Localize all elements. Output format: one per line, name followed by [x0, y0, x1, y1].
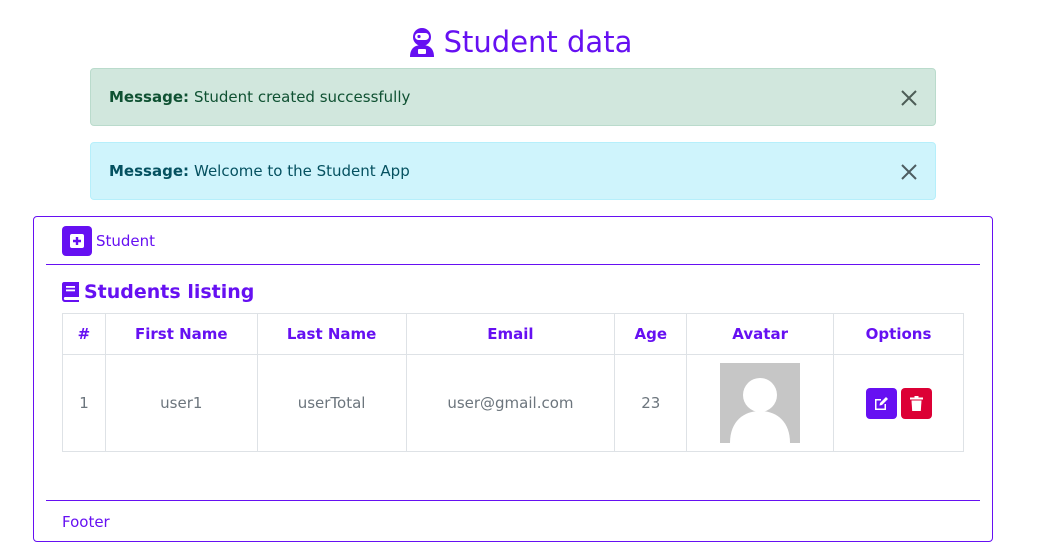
cell-email: user@gmail.com: [405, 354, 616, 452]
card-footer: Footer: [46, 500, 980, 542]
cell-age: 23: [614, 354, 688, 452]
cell-index: 1: [62, 354, 106, 452]
edit-button[interactable]: [865, 387, 897, 419]
close-icon[interactable]: [899, 162, 919, 182]
column-header: Avatar: [686, 313, 835, 355]
alert-text: Student created successfully: [194, 88, 411, 106]
success-alert: Message: Student created successfully: [90, 68, 936, 126]
section-title-text: Students listing: [84, 281, 255, 303]
edit-icon: [874, 396, 888, 410]
footer-text: Footer: [62, 512, 110, 531]
alert-label: Message:: [109, 88, 189, 106]
cell-options: [833, 354, 964, 452]
column-header: Options: [833, 313, 964, 355]
table-row: 1 user1 userTotal user@gmail.com 23: [62, 354, 964, 452]
card-header: Student: [46, 217, 980, 265]
plus-square-icon: [70, 233, 84, 248]
cell-avatar: [686, 354, 835, 452]
delete-button[interactable]: [900, 387, 932, 419]
page-title-text: Student data: [443, 25, 633, 59]
add-student-button[interactable]: [62, 225, 92, 256]
table-header-row: # First Name Last Name Email Age Avatar …: [62, 313, 964, 355]
column-header: Email: [405, 313, 616, 355]
alert-label: Message:: [109, 162, 189, 180]
info-alert: Message: Welcome to the Student App: [90, 142, 936, 200]
column-header: First Name: [104, 313, 258, 355]
students-table: # First Name Last Name Email Age Avatar …: [62, 313, 964, 452]
students-card: Student Students listing # First Name La…: [33, 216, 993, 542]
book-icon: [62, 282, 79, 302]
page-title: Student data: [0, 22, 1040, 62]
user-silhouette-icon: [720, 363, 801, 443]
trash-icon: [909, 395, 923, 411]
add-student-label[interactable]: Student: [96, 232, 155, 250]
close-icon[interactable]: [899, 88, 919, 108]
alert-text: Welcome to the Student App: [194, 162, 410, 180]
cell-last-name: userTotal: [256, 354, 407, 452]
column-header: Age: [614, 313, 688, 355]
cell-first-name: user1: [104, 354, 258, 452]
avatar: [720, 363, 801, 443]
column-header: #: [62, 313, 106, 355]
column-header: Last Name: [256, 313, 407, 355]
astronaut-icon: [408, 27, 436, 57]
section-title: Students listing: [62, 281, 254, 303]
